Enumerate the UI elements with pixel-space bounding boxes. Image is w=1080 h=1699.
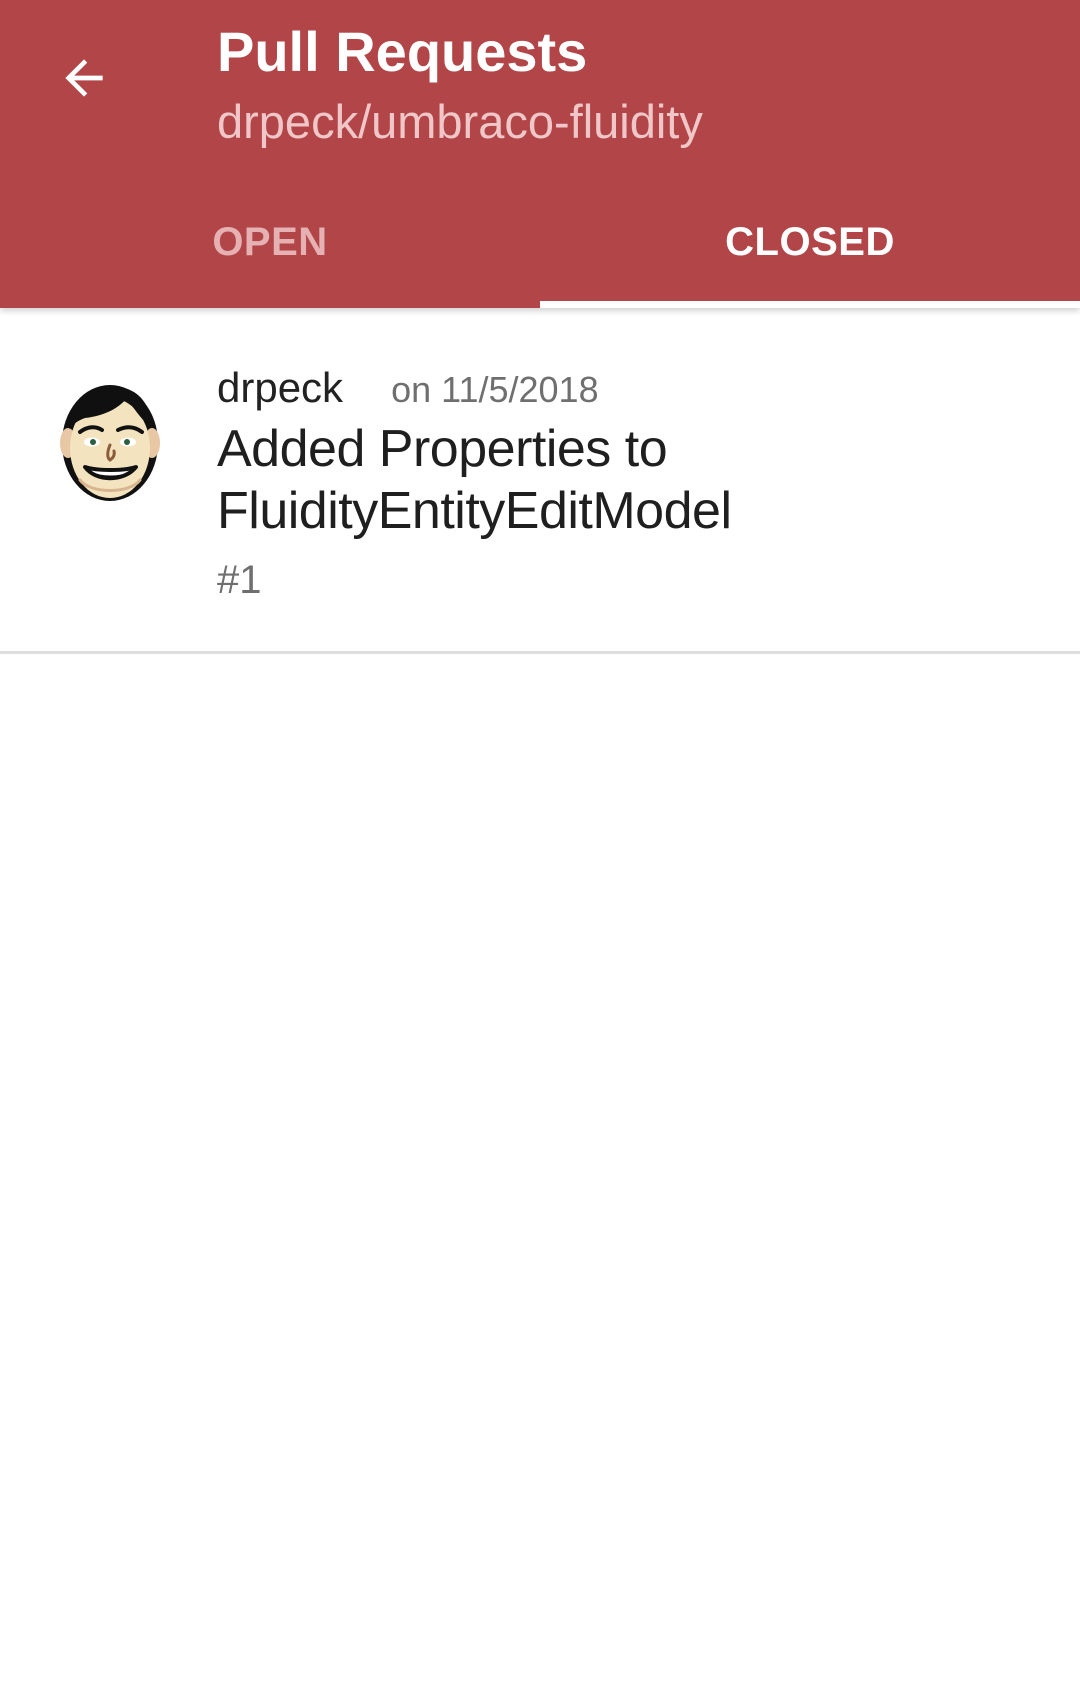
tab-bar: OPEN CLOSED	[0, 190, 1080, 308]
tab-open-label: OPEN	[212, 219, 328, 264]
tab-closed-label: CLOSED	[725, 219, 895, 264]
back-button[interactable]	[42, 36, 126, 120]
app-bar: Pull Requests drpeck/umbraco-fluidity OP…	[0, 0, 1080, 308]
pull-request-number: #1	[217, 558, 262, 602]
pull-request-date: on 11/5/2018	[391, 369, 599, 410]
arrow-left-icon	[56, 50, 112, 106]
author-name: drpeck	[217, 364, 344, 411]
app-screen: Pull Requests drpeck/umbraco-fluidity OP…	[0, 0, 1080, 1699]
repository-subtitle: drpeck/umbraco-fluidity	[217, 95, 703, 148]
tab-closed[interactable]: CLOSED	[540, 190, 1080, 308]
pull-request-meta: drpeck on 11/5/2018	[217, 360, 599, 418]
cartoon-avatar-icon	[54, 376, 166, 502]
avatar	[54, 376, 166, 502]
pull-request-row[interactable]: drpeck on 11/5/2018 Added Properties to …	[0, 308, 1080, 654]
pull-request-list: drpeck on 11/5/2018 Added Properties to …	[0, 308, 1080, 654]
pull-request-title: Added Properties to FluidityEntityEditMo…	[217, 420, 732, 540]
tab-open[interactable]: OPEN	[0, 190, 540, 308]
page-title: Pull Requests	[217, 20, 588, 83]
